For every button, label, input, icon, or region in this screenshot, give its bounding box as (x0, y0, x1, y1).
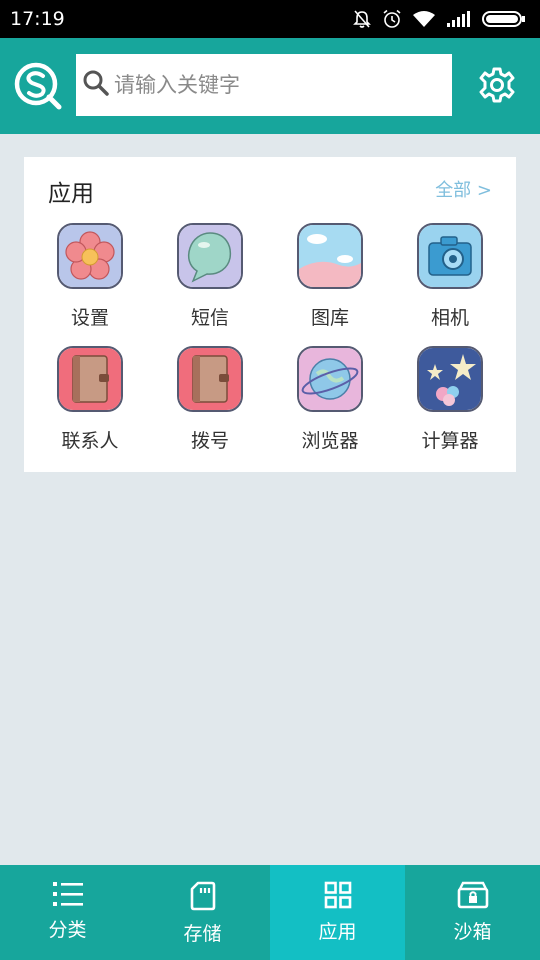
wifi-icon (412, 10, 436, 28)
search-icon (82, 69, 110, 101)
notebook-icon (177, 346, 243, 412)
speech-bubble-icon (177, 223, 243, 289)
battery-icon (482, 10, 526, 28)
notebook-icon (57, 346, 123, 412)
nav-label: 应用 (318, 921, 357, 943)
app-messages[interactable]: 短信 (150, 223, 270, 330)
app-gallery[interactable]: 图库 (270, 223, 390, 330)
mute-bell-icon (352, 9, 372, 29)
tab-storage[interactable]: 存储 (135, 865, 270, 960)
search-logo-icon[interactable] (12, 60, 64, 112)
app-label: 设置 (70, 307, 109, 329)
status-icons (352, 9, 526, 29)
gear-icon[interactable] (478, 66, 516, 104)
app-browser[interactable]: 浏览器 (270, 346, 390, 453)
app-dialer[interactable]: 拨号 (150, 346, 270, 453)
app-calculator[interactable]: 计算器 (390, 346, 510, 453)
bottom-nav: 分类 存储 应用 沙箱 (0, 865, 540, 960)
nav-label: 存储 (183, 923, 222, 945)
app-label: 拨号 (190, 430, 229, 452)
app-label: 相机 (430, 307, 469, 329)
grid-icon (324, 881, 351, 909)
section-title: 应用 (48, 181, 94, 207)
nav-label: 沙箱 (453, 921, 492, 943)
show-all-link[interactable]: 全部 > (435, 176, 492, 202)
app-label: 浏览器 (301, 430, 359, 452)
app-contacts[interactable]: 联系人 (30, 346, 150, 453)
app-label: 短信 (190, 307, 229, 329)
status-time: 17:19 (10, 8, 65, 30)
stars-icon (417, 346, 483, 412)
camera-icon (417, 223, 483, 289)
app-label: 计算器 (421, 430, 479, 452)
app-label: 图库 (310, 307, 349, 329)
app-label: 联系人 (61, 430, 119, 452)
app-settings[interactable]: 设置 (30, 223, 150, 330)
tab-category[interactable]: 分类 (0, 865, 135, 960)
status-bar: 17:19 (0, 0, 540, 38)
search-input[interactable] (114, 73, 434, 97)
tab-apps[interactable]: 应用 (270, 865, 405, 960)
tab-sandbox[interactable]: 沙箱 (405, 865, 540, 960)
list-icon (52, 882, 83, 906)
planet-icon (297, 346, 363, 412)
sd-card-icon (190, 881, 215, 911)
apps-card: 应用 全部 > 设置 短信 图库 相机 联系人 拨号 浏览器 计算器 (24, 157, 516, 472)
nav-label: 分类 (48, 919, 87, 941)
lockbox-icon (457, 881, 488, 909)
landscape-icon (297, 223, 363, 289)
flower-icon (57, 223, 123, 289)
signal-icon (446, 10, 472, 28)
top-bar (0, 38, 540, 134)
app-camera[interactable]: 相机 (390, 223, 510, 330)
alarm-icon (382, 9, 402, 29)
search-box[interactable] (76, 54, 452, 116)
